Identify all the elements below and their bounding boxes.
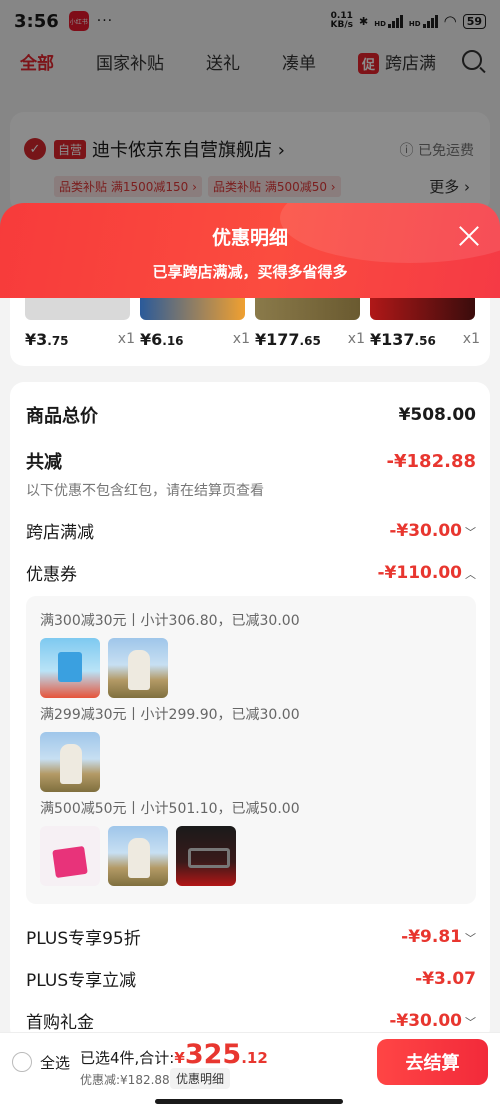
total-reduce-value: -¥182.88 bbox=[386, 450, 476, 472]
product-thumbnail[interactable] bbox=[40, 638, 100, 698]
coupon-row[interactable]: 优惠券 -¥110.00 ︿ bbox=[26, 560, 477, 586]
products-strip: ¥3.75 x1 ¥6.16 x1 ¥177.65 x1 ¥137.56 x1 bbox=[10, 298, 490, 366]
sheet-subtitle: 已享跨店满减，买得多省得多 bbox=[152, 263, 348, 281]
discount-detail-sheet-header: 优惠明细 已享跨店满减，买得多省得多 bbox=[0, 203, 500, 303]
product-image bbox=[370, 298, 475, 320]
cross-store-reduce-value: -¥30.00 ﹀ bbox=[389, 520, 476, 541]
discount-amount: 优惠减:¥182.88 bbox=[80, 1073, 170, 1087]
chevron-down-icon: ﹀ bbox=[465, 1015, 476, 1029]
coupon-3-products bbox=[40, 826, 236, 886]
product-image bbox=[255, 298, 360, 320]
product-qty: x1 bbox=[232, 331, 250, 347]
product-image bbox=[140, 298, 245, 320]
cross-store-reduce-label: 跨店满减 bbox=[26, 523, 94, 543]
checkout-bar: 全选 已选4件,合计: ¥ 325 .12 优惠减:¥182.88 优惠明细 去… bbox=[0, 1032, 500, 1111]
cross-store-reduce-row[interactable]: 跨店满减 -¥30.00 ﹀ bbox=[26, 518, 476, 544]
total-summary: 已选4件,合计: ¥ 325 .12 bbox=[80, 1039, 268, 1070]
coupon-rule-1: 满300减30元丨小计306.80，已减30.00 bbox=[40, 613, 300, 629]
first-purchase-label: 首购礼金 bbox=[26, 1013, 94, 1033]
plus-95-value: -¥9.81 ﹀ bbox=[401, 926, 476, 947]
sheet-title: 优惠明细 bbox=[211, 227, 288, 249]
coupon-rule-2: 满299减30元丨小计299.90，已减30.00 bbox=[40, 707, 300, 723]
total-price-value: ¥508.00 bbox=[398, 405, 476, 425]
total-price-row: 商品总价 ¥508.00 bbox=[26, 402, 476, 428]
coupon-label: 优惠券 bbox=[26, 565, 77, 585]
product-thumbnail[interactable] bbox=[176, 826, 236, 886]
product-image bbox=[25, 298, 130, 320]
plus-instant-label: PLUS专享立减 bbox=[26, 971, 137, 991]
select-all-radio[interactable] bbox=[12, 1052, 32, 1072]
plus-95-label: PLUS专享95折 bbox=[26, 929, 141, 949]
product-qty: x1 bbox=[117, 331, 135, 347]
coupon-breakdown: 满300减30元丨小计306.80，已减30.00 满299减30元丨小计299… bbox=[26, 596, 476, 904]
home-indicator[interactable] bbox=[155, 1099, 343, 1104]
product-thumbnail[interactable] bbox=[108, 826, 168, 886]
product-thumbnail[interactable] bbox=[40, 826, 100, 886]
first-purchase-row[interactable]: 首购礼金 -¥30.00 ﹀ bbox=[26, 1008, 476, 1034]
chevron-down-icon: ﹀ bbox=[465, 931, 476, 945]
product-qty: x1 bbox=[462, 331, 480, 347]
close-icon[interactable] bbox=[458, 225, 480, 247]
plus-95-row[interactable]: PLUS专享95折 -¥9.81 ﹀ bbox=[26, 924, 476, 950]
price-detail-card: 商品总价 ¥508.00 共减 -¥182.88 以下优惠不包含红包，请在结算页… bbox=[10, 382, 490, 1042]
red-packet-note: 以下优惠不包含红包，请在结算页查看 bbox=[26, 483, 264, 499]
plus-instant-row: PLUS专享立减 -¥3.07 bbox=[26, 966, 476, 992]
discount-detail-button[interactable]: 优惠明细 bbox=[170, 1068, 231, 1089]
total-price-label: 商品总价 bbox=[26, 406, 98, 427]
chevron-up-icon: ︿ bbox=[465, 567, 476, 581]
total-amount-dec: .12 bbox=[241, 1049, 268, 1067]
total-reduce-label: 共减 bbox=[26, 452, 62, 473]
product-price: ¥137.56 bbox=[370, 330, 436, 349]
coupon-value: -¥110.00 ︿ bbox=[377, 562, 477, 583]
total-currency: ¥ bbox=[174, 1049, 185, 1067]
checkout-button[interactable]: 去结算 bbox=[377, 1039, 488, 1085]
coupon-2-products bbox=[40, 732, 100, 792]
product-thumbnail[interactable] bbox=[40, 732, 100, 792]
chevron-down-icon: ﹀ bbox=[465, 525, 476, 539]
product-qty: x1 bbox=[347, 331, 365, 347]
product-price: ¥3.75 bbox=[25, 330, 69, 349]
product-price: ¥6.16 bbox=[140, 330, 184, 349]
total-reduce-row: 共减 -¥182.88 bbox=[26, 448, 476, 474]
selected-count: 已选4件,合计: bbox=[80, 1049, 175, 1067]
sheet-body: ¥3.75 x1 ¥6.16 x1 ¥177.65 x1 ¥137.56 x1 … bbox=[0, 298, 500, 1111]
plus-instant-value: -¥3.07 bbox=[415, 968, 476, 989]
product-price: ¥177.65 bbox=[255, 330, 321, 349]
total-amount-int: 325 bbox=[184, 1039, 242, 1070]
coupon-1-products bbox=[40, 638, 168, 698]
first-purchase-value: -¥30.00 ﹀ bbox=[389, 1010, 476, 1031]
product-thumbnail[interactable] bbox=[108, 638, 168, 698]
coupon-rule-3: 满500减50元丨小计501.10，已减50.00 bbox=[40, 801, 300, 817]
select-all-label[interactable]: 全选 bbox=[40, 1052, 70, 1073]
